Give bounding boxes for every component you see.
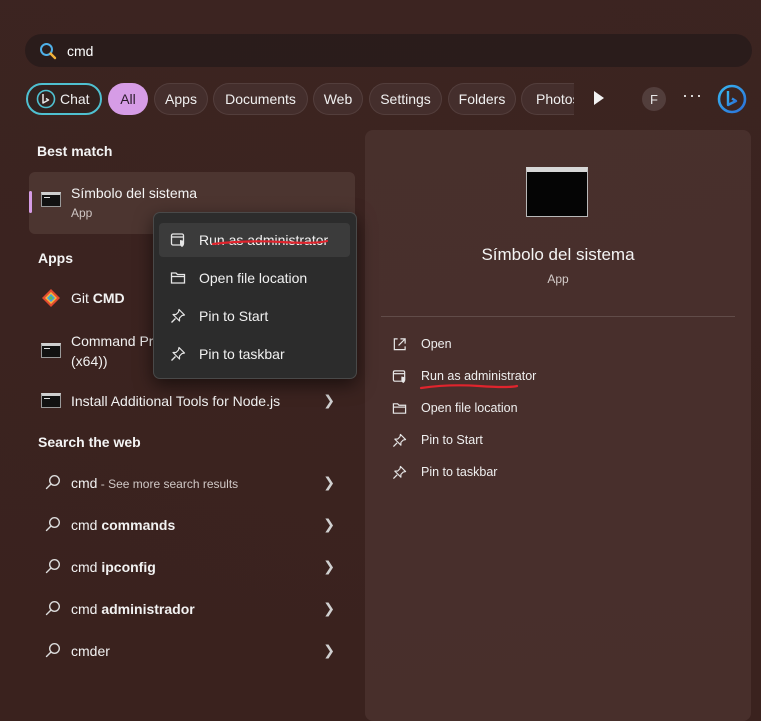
filter-folders-label: Folders [458,91,506,107]
filter-settings-label: Settings [380,91,431,107]
web-item-label: cmd administrador [71,601,195,617]
context-item-label: Pin to Start [199,308,269,324]
best-match-type: App [71,206,93,220]
app-item-label-line1: Command Pr [71,333,154,349]
account-initial: F [650,91,658,107]
filter-bar: Chat All Apps Documents Web Settings Fol… [26,83,752,117]
action-pin-to-taskbar-label: Pin to taskbar [421,465,498,479]
pin-icon [392,465,407,480]
web-item-cmder[interactable]: cmder ❯ [29,638,355,664]
context-pin-to-start[interactable]: Pin to Start [159,299,350,333]
preview-title: Símbolo del sistema [481,245,635,264]
search-box[interactable]: cmd [25,34,752,67]
start-search-window: cmd Chat All Apps Documents Web Settings… [0,0,761,721]
filter-documents[interactable]: Documents [213,83,308,115]
chevron-right-icon[interactable]: ❯ [323,600,335,617]
web-item-label: cmd ipconfig [71,559,156,575]
action-pin-to-taskbar[interactable]: Pin to taskbar [392,462,692,484]
chevron-right-icon[interactable]: ❯ [323,474,335,491]
divider [381,316,735,317]
web-item-cmd-administrador[interactable]: cmd administrador ❯ [29,596,355,622]
chevron-right-icon[interactable]: ❯ [323,392,335,409]
context-item-label: Pin to taskbar [199,346,285,362]
web-item-cmd[interactable]: cmd - See more search results ❯ [29,470,355,496]
filter-apps[interactable]: Apps [154,83,208,115]
filter-all-label: All [120,91,136,107]
folder-icon [170,272,186,284]
bing-icon[interactable] [716,83,748,115]
app-item-label: Git CMD [71,290,125,306]
search-icon [45,516,61,532]
filter-web-label: Web [323,91,353,107]
scroll-right-icon[interactable] [592,90,606,106]
annotation-underline [211,239,329,246]
filter-photos-label: Photos [536,91,574,107]
search-icon [45,474,61,490]
pin-icon [392,433,407,448]
action-pin-to-start-label: Pin to Start [421,433,483,447]
context-pin-to-taskbar[interactable]: Pin to taskbar [159,337,350,371]
action-open-file-location[interactable]: Open file location [392,398,692,420]
bing-chat-icon [36,89,56,109]
filter-settings[interactable]: Settings [369,83,442,115]
web-item-cmd-commands[interactable]: cmd commands ❯ [29,512,355,538]
more-options-label: ··· [682,85,703,105]
best-match-name: Símbolo del sistema [71,185,198,201]
selection-indicator [29,191,32,213]
shield-app-icon [170,233,185,247]
context-item-label: Open file location [199,270,308,286]
filter-photos[interactable]: Photos [521,83,574,115]
web-item-label: cmd - See more search results [71,475,239,491]
context-open-file-location[interactable]: Open file location [159,261,350,295]
action-open-file-location-label: Open file location [421,401,518,415]
app-item-label: Install Additional Tools for Node.js [71,393,281,409]
action-open[interactable]: Open [392,334,692,356]
app-item-label-line2: (x64)) [71,353,108,369]
action-run-as-admin-label: Run as administrator [421,369,537,383]
filter-folders[interactable]: Folders [448,83,516,115]
search-icon [45,642,61,658]
chevron-right-icon[interactable]: ❯ [323,558,335,575]
action-pin-to-start[interactable]: Pin to Start [392,430,692,452]
git-cmd-icon [42,289,60,307]
open-external-icon [393,338,406,351]
annotation-underline [419,384,519,390]
web-item-label: cmd commands [71,517,176,533]
chevron-right-icon[interactable]: ❯ [323,516,335,533]
command-prompt-icon [41,192,61,207]
filter-all[interactable]: All [108,83,148,115]
filter-apps-label: Apps [165,91,197,107]
apps-heading: Apps [38,250,73,266]
search-icon [45,600,61,616]
filter-documents-label: Documents [225,91,296,107]
search-input[interactable]: cmd [67,43,93,59]
chat-chip-label: Chat [60,91,90,107]
pin-icon [171,308,186,323]
search-icon [40,42,57,59]
shield-app-icon [392,370,406,384]
command-prompt-icon [41,343,61,358]
web-item-label: cmder [71,643,110,659]
action-open-label: Open [421,337,452,351]
pin-icon [171,346,186,361]
more-options-icon[interactable]: ··· [682,85,703,106]
preview-panel: Símbolo del sistema App Open Run as admi… [365,130,751,721]
chevron-right-icon[interactable]: ❯ [323,642,335,659]
app-item-node-tools[interactable]: Install Additional Tools for Node.js ❯ [29,388,355,414]
preview-type: App [547,272,569,286]
command-prompt-large-icon [526,167,588,217]
search-icon [45,558,61,574]
account-avatar[interactable]: F [642,87,666,111]
web-heading: Search the web [38,434,141,450]
chat-chip[interactable]: Chat [26,83,102,115]
filter-web[interactable]: Web [313,83,363,115]
best-match-heading: Best match [37,143,113,159]
context-menu: Run as administrator Open file location … [153,212,357,379]
command-prompt-icon [41,393,61,408]
folder-icon [392,403,407,414]
web-item-cmd-ipconfig[interactable]: cmd ipconfig ❯ [29,554,355,580]
